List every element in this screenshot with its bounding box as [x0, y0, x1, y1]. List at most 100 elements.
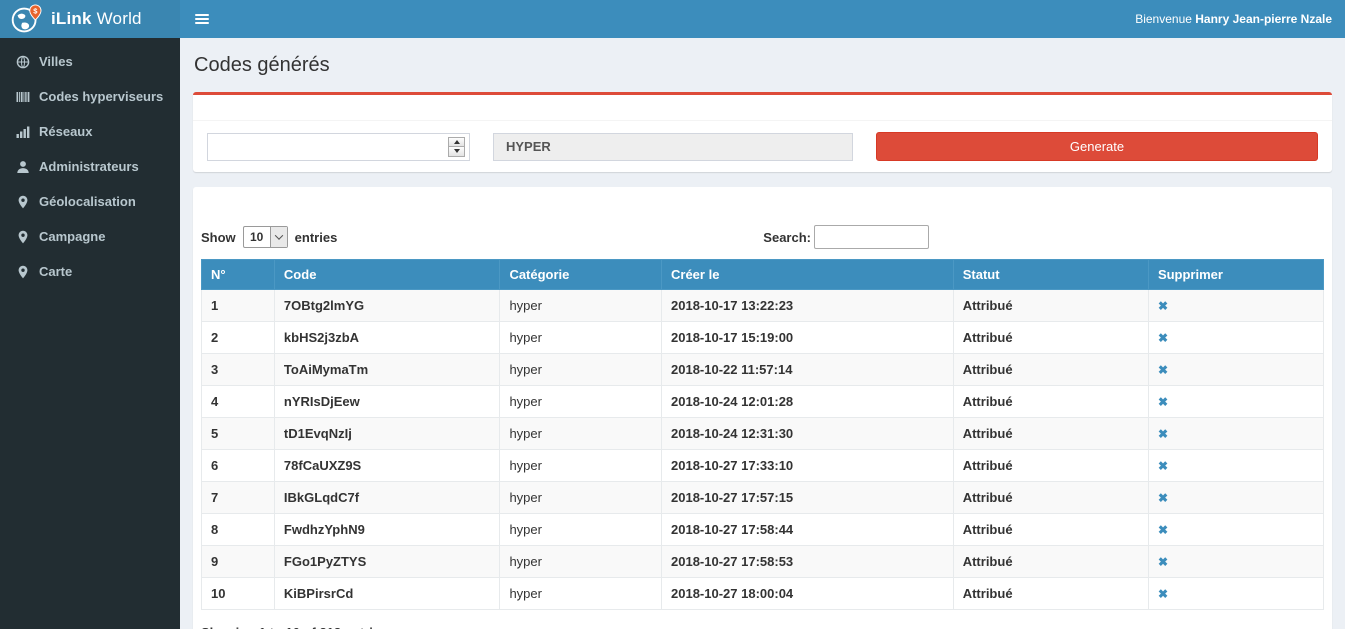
sidebar-item-villes[interactable]: Villes — [0, 44, 180, 79]
sidebar-item-codes-hyperviseurs[interactable]: Codes hyperviseurs — [0, 79, 180, 114]
column-header-statut[interactable]: Statut — [953, 260, 1148, 290]
row-status: Attribué — [953, 482, 1148, 514]
generate-form: Generate — [193, 121, 1332, 172]
page-title: Codes générés — [194, 54, 1331, 77]
brand-logo[interactable]: $ iLink World — [0, 0, 180, 38]
show-label: Show — [201, 230, 236, 245]
sidebar: Villes Codes hyperviseurs Réseaux Admini… — [0, 38, 180, 629]
sidebar-item-carte[interactable]: Carte — [0, 254, 180, 289]
table-info: Showing 1 to 10 of 218 entries — [201, 622, 387, 629]
map-marker-icon — [15, 195, 30, 209]
quantity-stepper — [448, 137, 465, 157]
search-control: Search: — [763, 225, 929, 249]
topbar: $ iLink World Bienvenue Hanry Jean-pierr… — [0, 0, 1345, 38]
row-created: 2018-10-24 12:31:30 — [662, 418, 954, 450]
welcome-message: Bienvenue Hanry Jean-pierre Nzale — [1135, 12, 1345, 26]
brand-title: iLink World — [51, 9, 142, 29]
row-created: 2018-10-22 11:57:14 — [662, 354, 954, 386]
sidebar-item-label: Villes — [39, 54, 73, 69]
column-header-code[interactable]: Code — [274, 260, 500, 290]
delete-icon[interactable]: ✖ — [1158, 363, 1168, 377]
row-created: 2018-10-17 13:22:23 — [662, 290, 954, 322]
row-status: Attribué — [953, 386, 1148, 418]
row-number: 5 — [202, 418, 275, 450]
row-status: Attribué — [953, 290, 1148, 322]
row-category: hyper — [500, 578, 662, 610]
delete-icon[interactable]: ✖ — [1158, 395, 1168, 409]
row-number: 7 — [202, 482, 275, 514]
sidebar-item-administrateurs[interactable]: Administrateurs — [0, 149, 180, 184]
sidebar-toggle-icon[interactable] — [180, 0, 224, 38]
delete-icon[interactable]: ✖ — [1158, 331, 1168, 345]
row-code: FwdhzYphN9 — [274, 514, 500, 546]
row-created: 2018-10-27 17:58:53 — [662, 546, 954, 578]
map-marker-icon — [15, 230, 30, 244]
codes-table: N° Code Catégorie Créer le Statut Suppri… — [201, 259, 1324, 610]
delete-icon[interactable]: ✖ — [1158, 459, 1168, 473]
search-label: Search: — [763, 230, 811, 245]
row-category: hyper — [500, 514, 662, 546]
delete-icon[interactable]: ✖ — [1158, 523, 1168, 537]
row-number: 8 — [202, 514, 275, 546]
row-created: 2018-10-27 17:57:15 — [662, 482, 954, 514]
row-created: 2018-10-17 15:19:00 — [662, 322, 954, 354]
table-row: 9 FGo1PyZTYS hyper 2018-10-27 17:58:53 A… — [202, 546, 1324, 578]
sidebar-item-campagne[interactable]: Campagne — [0, 219, 180, 254]
table-controls: Show 10 entries Search: — [201, 225, 1324, 249]
delete-icon[interactable]: ✖ — [1158, 587, 1168, 601]
table-row: 5 tD1EvqNzIj hyper 2018-10-24 12:31:30 A… — [202, 418, 1324, 450]
delete-icon[interactable]: ✖ — [1158, 427, 1168, 441]
row-code: FGo1PyZTYS — [274, 546, 500, 578]
search-input[interactable] — [814, 225, 929, 249]
row-status: Attribué — [953, 322, 1148, 354]
top-navbar: Bienvenue Hanry Jean-pierre Nzale — [180, 0, 1345, 38]
user-name: Hanry Jean-pierre Nzale — [1195, 12, 1332, 26]
generate-button[interactable]: Generate — [876, 132, 1318, 161]
row-code: 7OBtg2lmYG — [274, 290, 500, 322]
delete-icon[interactable]: ✖ — [1158, 299, 1168, 313]
column-header-numero[interactable]: N° — [202, 260, 275, 290]
row-category: hyper — [500, 322, 662, 354]
row-code: IBkGLqdC7f — [274, 482, 500, 514]
column-header-creer-le[interactable]: Créer le — [662, 260, 954, 290]
row-status: Attribué — [953, 354, 1148, 386]
generate-codes-panel: Generate — [193, 92, 1332, 172]
row-category: hyper — [500, 290, 662, 322]
globe-icon — [15, 55, 30, 69]
sidebar-item-reseaux[interactable]: Réseaux — [0, 114, 180, 149]
row-category: hyper — [500, 418, 662, 450]
table-row: 6 78fCaUXZ9S hyper 2018-10-27 17:33:10 A… — [202, 450, 1324, 482]
column-header-supprimer[interactable]: Supprimer — [1148, 260, 1323, 290]
user-icon — [15, 160, 30, 174]
row-number: 4 — [202, 386, 275, 418]
row-status: Attribué — [953, 418, 1148, 450]
row-category: hyper — [500, 450, 662, 482]
barcode-icon — [15, 90, 30, 104]
table-row: 7 IBkGLqdC7f hyper 2018-10-27 17:57:15 A… — [202, 482, 1324, 514]
table-body: 1 7OBtg2lmYG hyper 2018-10-17 13:22:23 A… — [202, 290, 1324, 610]
sidebar-item-label: Carte — [39, 264, 72, 279]
quantity-input[interactable] — [207, 133, 470, 161]
column-header-categorie[interactable]: Catégorie — [500, 260, 662, 290]
globe-pin-logo-icon: $ — [10, 4, 42, 34]
stepper-up-icon[interactable] — [449, 138, 464, 148]
row-category: hyper — [500, 546, 662, 578]
delete-icon[interactable]: ✖ — [1158, 491, 1168, 505]
page-length-control: Show 10 entries — [201, 226, 337, 248]
sidebar-item-label: Géolocalisation — [39, 194, 136, 209]
row-code: tD1EvqNzIj — [274, 418, 500, 450]
page-length-value: 10 — [244, 227, 270, 247]
row-status: Attribué — [953, 450, 1148, 482]
stepper-down-icon[interactable] — [449, 147, 464, 156]
page-length-select[interactable]: 10 — [243, 226, 288, 248]
row-number: 6 — [202, 450, 275, 482]
row-number: 1 — [202, 290, 275, 322]
delete-icon[interactable]: ✖ — [1158, 555, 1168, 569]
table-row: 2 kbHS2j3zbA hyper 2018-10-17 15:19:00 A… — [202, 322, 1324, 354]
row-code: ToAiMymaTm — [274, 354, 500, 386]
row-status: Attribué — [953, 514, 1148, 546]
table-row: 4 nYRIsDjEew hyper 2018-10-24 12:01:28 A… — [202, 386, 1324, 418]
panel-header — [193, 95, 1332, 121]
row-created: 2018-10-24 12:01:28 — [662, 386, 954, 418]
sidebar-item-geolocalisation[interactable]: Géolocalisation — [0, 184, 180, 219]
